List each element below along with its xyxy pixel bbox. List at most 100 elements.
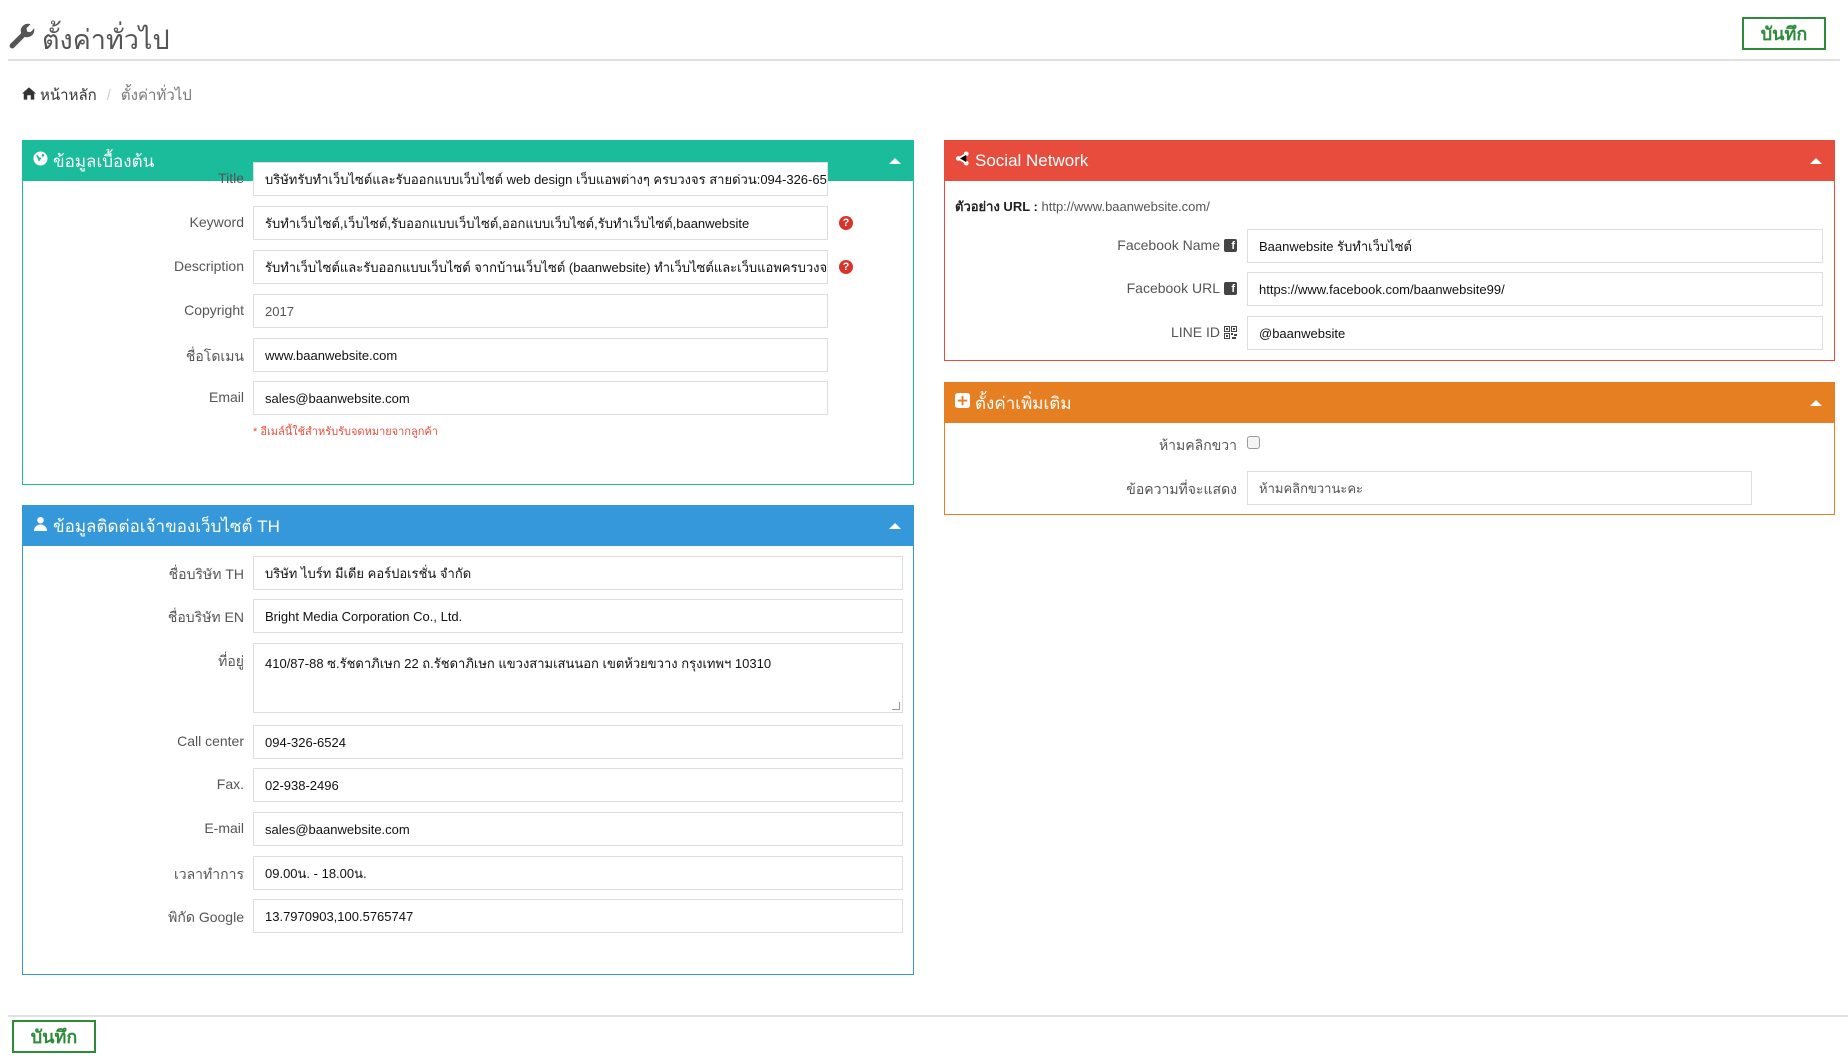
save-button-top[interactable]: บันทึก: [1742, 17, 1826, 50]
field-label: ชื่อโดเมน: [185, 348, 244, 364]
collapse-icon[interactable]: [1810, 400, 1822, 406]
disable-right-click-checkbox[interactable]: [1247, 436, 1260, 449]
breadcrumb: หน้าหลัก / ตั้งค่าทั่วไป: [22, 83, 192, 107]
email-input[interactable]: sales@baanwebsite.com: [253, 381, 828, 415]
copyright-input[interactable]: 2017: [253, 294, 828, 328]
field-call-center: Call center 094-326-6524: [23, 725, 903, 759]
field-label: ที่อยู่: [218, 653, 244, 669]
title-input[interactable]: บริษัทรับทำเว็บไซต์และรับออกแบบเว็บไซต์ …: [253, 162, 828, 196]
qrcode-icon: [1224, 325, 1237, 339]
breadcrumb-home[interactable]: หน้าหลัก: [22, 83, 97, 107]
facebook-url-label: Facebook URL: [1126, 280, 1220, 296]
user-icon: [33, 516, 48, 536]
address-value: 410/87-88 ซ.รัชดาภิเษก 22 ถ.รัชดาภิเษก แ…: [265, 656, 772, 671]
line-id-input[interactable]: @baanwebsite: [1247, 316, 1823, 350]
extra-title: ตั้งค่าเพิ่มเติม: [975, 393, 1072, 413]
field-email: Email sales@baanwebsite.com: [23, 381, 828, 415]
field-label: พิกัด Google: [168, 909, 244, 925]
company-en-input[interactable]: Bright Media Corporation Co., Ltd.: [253, 599, 903, 633]
facebook-url-input[interactable]: https://www.facebook.com/baanwebsite99/: [1247, 272, 1823, 306]
keyword-input[interactable]: รับทำเว็บไซต์,เว็บไซต์,รับออกแบบเว็บไซต์…: [253, 206, 828, 240]
breadcrumb-home-label: หน้าหลัก: [40, 87, 97, 104]
facebook-name-label: Facebook Name: [1117, 237, 1220, 253]
resize-handle[interactable]: [892, 702, 900, 710]
facebook-icon: f: [1224, 281, 1237, 295]
email-hint: * อีเมล์นี้ใช้สำหรับรับจดหมายจากลูกค้า: [253, 426, 438, 438]
field-label: LINE ID: [945, 316, 1237, 340]
field-label: ชื่อบริษัท TH: [168, 566, 244, 582]
line-id-label: LINE ID: [1170, 324, 1220, 340]
message-input[interactable]: ห้ามคลิกขวานะคะ: [1247, 471, 1752, 505]
breadcrumb-separator: /: [106, 86, 111, 104]
help-icon[interactable]: ?: [839, 216, 853, 230]
field-label: Call center: [177, 733, 244, 749]
field-label: Description: [173, 258, 244, 274]
breadcrumb-current: ตั้งค่าทั่วไป: [120, 87, 192, 104]
field-fax: Fax. 02-938-2496: [23, 768, 903, 802]
field-line-id: LINE ID @baanwebsite: [945, 316, 1823, 350]
social-network-panel: Social Network ตัวอย่าง URL : http://www…: [944, 140, 1835, 361]
contact-email-input[interactable]: sales@baanwebsite.com: [253, 812, 903, 846]
google-coords-input[interactable]: 13.7970903,100.5765747: [253, 899, 903, 933]
field-label: Title: [218, 170, 244, 186]
field-keyword: Keyword รับทำเว็บไซต์,เว็บไซต์,รับออกแบบ…: [23, 206, 853, 240]
business-hours-input[interactable]: 09.00น. - 18.00น.: [253, 856, 903, 890]
example-url-value: http://www.baanwebsite.com/: [1041, 199, 1210, 214]
field-label: Facebook Name f: [945, 229, 1237, 253]
collapse-icon[interactable]: [889, 158, 901, 164]
company-th-input[interactable]: บริษัท ไบร์ท มีเดีย คอร์ปอเรชั่น จำกัด: [253, 556, 903, 590]
field-label: Copyright: [184, 302, 244, 318]
home-icon: [22, 86, 36, 104]
field-contact-email: E-mail sales@baanwebsite.com: [23, 812, 903, 846]
collapse-icon[interactable]: [889, 523, 901, 529]
collapse-icon[interactable]: [1810, 158, 1822, 164]
field-google-coords: พิกัด Google 13.7970903,100.5765747: [23, 899, 903, 933]
field-label: Email: [208, 389, 244, 405]
wrench-icon: [8, 22, 36, 57]
page-title-text: ตั้งค่าทั่วไป: [42, 25, 170, 55]
field-facebook-url: Facebook URL f https://www.facebook.com/…: [945, 272, 1823, 306]
field-company-th: ชื่อบริษัท TH บริษัท ไบร์ท มีเดีย คอร์ปอ…: [23, 556, 903, 590]
field-label: Facebook URL f: [945, 272, 1237, 296]
call-center-input[interactable]: 094-326-6524: [253, 725, 903, 759]
contact-panel: ข้อมูลติดต่อเจ้าของเว็บไซต์ TH ชื่อบริษั…: [22, 505, 914, 975]
field-copyright: Copyright 2017: [23, 294, 828, 328]
field-company-en: ชื่อบริษัท EN Bright Media Corporation C…: [23, 599, 903, 633]
extra-panel-heading[interactable]: ตั้งค่าเพิ่มเติม: [945, 383, 1834, 423]
field-description: Description รับทำเว็บไซต์และรับออกแบบเว็…: [23, 250, 853, 284]
social-panel-heading[interactable]: Social Network: [945, 141, 1834, 181]
plus-square-icon: [955, 393, 970, 413]
basic-info-panel: ข้อมูลเบื้องต้น Title บริษัทรับทำเว็บไซต…: [22, 140, 914, 485]
footer-divider: [8, 1015, 1848, 1017]
contact-panel-heading[interactable]: ข้อมูลติดต่อเจ้าของเว็บไซต์ TH: [23, 506, 913, 546]
field-label: Keyword: [189, 214, 244, 230]
example-url: ตัวอย่าง URL : http://www.baanwebsite.co…: [955, 196, 1210, 217]
address-textarea[interactable]: 410/87-88 ซ.รัชดาภิเษก 22 ถ.รัชดาภิเษก แ…: [253, 643, 903, 713]
field-address: ที่อยู่ 410/87-88 ซ.รัชดาภิเษก 22 ถ.รัชด…: [23, 643, 903, 713]
share-icon: [955, 151, 970, 171]
field-label: Fax.: [216, 776, 244, 792]
field-title: Title บริษัทรับทำเว็บไซต์และรับออกแบบเว็…: [23, 162, 828, 196]
field-message: ข้อความที่จะแสดง ห้ามคลิกขวานะคะ: [945, 471, 1752, 505]
description-input[interactable]: รับทำเว็บไซต์และรับออกแบบเว็บไซต์ จากบ้า…: [253, 250, 828, 284]
extra-settings-panel: ตั้งค่าเพิ่มเติม ห้ามคลิกขวา ข้อความที่จ…: [944, 382, 1835, 515]
example-url-label: ตัวอย่าง URL :: [955, 199, 1038, 214]
field-label: ชื่อบริษัท EN: [167, 609, 244, 625]
contact-title: ข้อมูลติดต่อเจ้าของเว็บไซต์ TH: [53, 516, 280, 536]
page-header: ตั้งค่าทั่วไป: [8, 0, 1840, 61]
fax-input[interactable]: 02-938-2496: [253, 768, 903, 802]
field-facebook-name: Facebook Name f Baanwebsite รับทำเว็บไซต…: [945, 229, 1823, 263]
save-button-bottom[interactable]: บันทึก: [12, 1020, 96, 1053]
facebook-icon: f: [1224, 238, 1237, 252]
domain-input[interactable]: www.baanwebsite.com: [253, 338, 828, 372]
field-label: เวลาทำการ: [173, 866, 244, 882]
field-label: ข้อความที่จะแสดง: [1126, 481, 1237, 497]
social-title: Social Network: [975, 151, 1089, 170]
page-title: ตั้งค่าทั่วไป: [8, 18, 170, 61]
field-business-hours: เวลาทำการ 09.00น. - 18.00น.: [23, 856, 903, 890]
field-disable-right-click: ห้ามคลิกขวา: [945, 427, 1260, 457]
facebook-name-input[interactable]: Baanwebsite รับทำเว็บไซต์: [1247, 229, 1823, 263]
field-label: E-mail: [204, 820, 244, 836]
field-domain: ชื่อโดเมน www.baanwebsite.com: [23, 338, 828, 372]
help-icon[interactable]: ?: [839, 260, 853, 274]
